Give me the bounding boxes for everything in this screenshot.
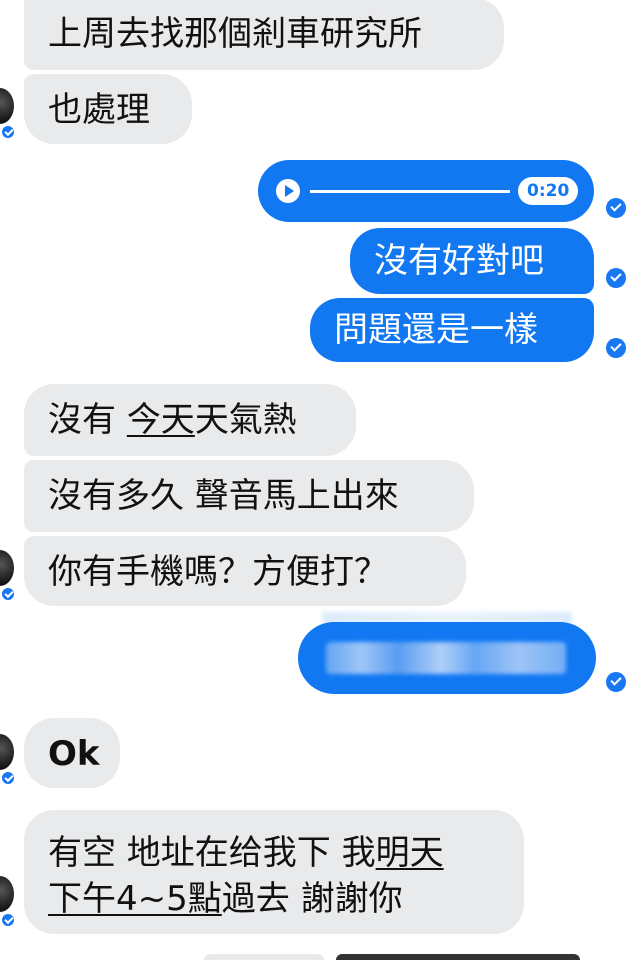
incoming-message[interactable]: 有空 地址在给我下 我明天 下午4~5點過去 謝謝你 (24, 810, 524, 934)
message-text: 也處理 (48, 90, 150, 130)
outgoing-message[interactable]: 問題還是一樣 (310, 298, 594, 362)
audio-progress-track[interactable] (310, 190, 510, 193)
seen-check-icon (606, 268, 626, 288)
contact-avatar[interactable] (0, 734, 14, 770)
play-icon[interactable] (276, 179, 300, 203)
outgoing-message[interactable]: 沒有好對吧 (350, 228, 594, 294)
next-message-edge (336, 954, 580, 960)
chat-thread: 上周去找那個剎車研究所 也處理 0:20 沒有好對吧 問題還是一樣 沒有 今天天… (0, 0, 636, 960)
message-line: 下午4~5點過去 謝謝你 (48, 876, 500, 922)
incoming-message[interactable]: 沒有多久 聲音馬上出來 (24, 460, 474, 532)
seen-check-icon (606, 338, 626, 358)
outgoing-message-blurred[interactable] (298, 622, 596, 694)
incoming-message[interactable]: 沒有 今天天氣熱 (24, 384, 356, 456)
message-text: 過去 謝謝你 (221, 879, 403, 919)
incoming-message[interactable]: Ok (24, 718, 120, 788)
messenger-badge-icon (0, 912, 16, 928)
voice-duration: 0:20 (518, 177, 579, 205)
messenger-badge-icon (0, 586, 16, 602)
voice-message[interactable]: 0:20 (258, 160, 594, 222)
message-text: 沒有好對吧 (374, 241, 544, 281)
message-text: 沒有 (48, 400, 127, 440)
message-text-underlined: 明天 (375, 833, 444, 873)
message-text-underlined: 下午4~5點 (48, 879, 222, 919)
message-text: Ok (48, 734, 100, 774)
next-message-edge (204, 954, 324, 960)
message-text: 你有手機嗎？方便打？ (48, 552, 388, 592)
incoming-message[interactable]: 上周去找那個剎車研究所 (24, 0, 504, 70)
messenger-badge-icon (0, 124, 16, 140)
messenger-badge-icon (0, 770, 16, 786)
message-text: 沒有多久 聲音馬上出來 (48, 476, 399, 516)
contact-avatar[interactable] (0, 876, 14, 912)
seen-check-icon (606, 672, 626, 692)
contact-avatar[interactable] (0, 550, 14, 586)
message-text: 有空 地址在给我下 我 (48, 833, 376, 873)
message-text: 問題還是一樣 (334, 310, 538, 350)
message-text-underlined: 今天 (126, 400, 195, 440)
message-text: 天氣熱 (194, 400, 297, 440)
contact-avatar[interactable] (0, 88, 14, 124)
incoming-message[interactable]: 也處理 (24, 74, 192, 144)
message-text: 上周去找那個剎車研究所 (48, 14, 422, 54)
seen-check-icon (606, 198, 626, 218)
redacted-phone-number (326, 642, 566, 674)
message-line: 有空 地址在给我下 我明天 (48, 830, 500, 876)
incoming-message[interactable]: 你有手機嗎？方便打？ (24, 536, 466, 606)
